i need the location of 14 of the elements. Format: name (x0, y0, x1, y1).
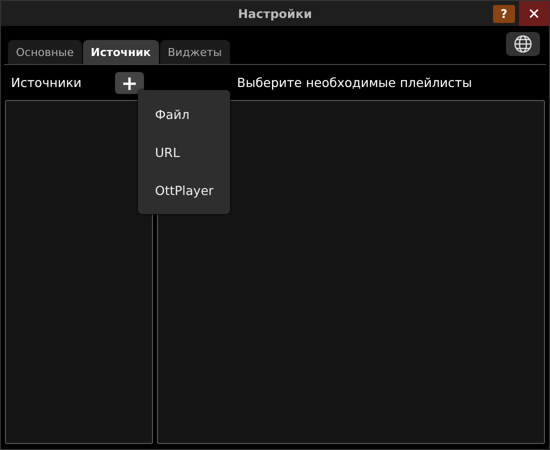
menu-item[interactable]: Файл (138, 95, 230, 133)
sources-heading: Источники (11, 75, 82, 90)
playlists-heading: Выберите необходимые плейлисты (237, 75, 472, 90)
window-title: Настройки (238, 6, 312, 20)
add-button[interactable]: + (115, 72, 144, 94)
menu-item[interactable]: OttPlayer (138, 171, 230, 209)
close-button[interactable]: ✕ (519, 1, 549, 26)
help-button[interactable]: ? (493, 4, 515, 22)
tab[interactable]: Источник (82, 40, 159, 64)
tab[interactable]: Виджеты (160, 40, 230, 64)
globe-icon (513, 34, 533, 54)
language-button[interactable] (506, 32, 540, 56)
tab[interactable]: Основные (8, 40, 82, 64)
menu-item[interactable]: URL (138, 133, 230, 171)
